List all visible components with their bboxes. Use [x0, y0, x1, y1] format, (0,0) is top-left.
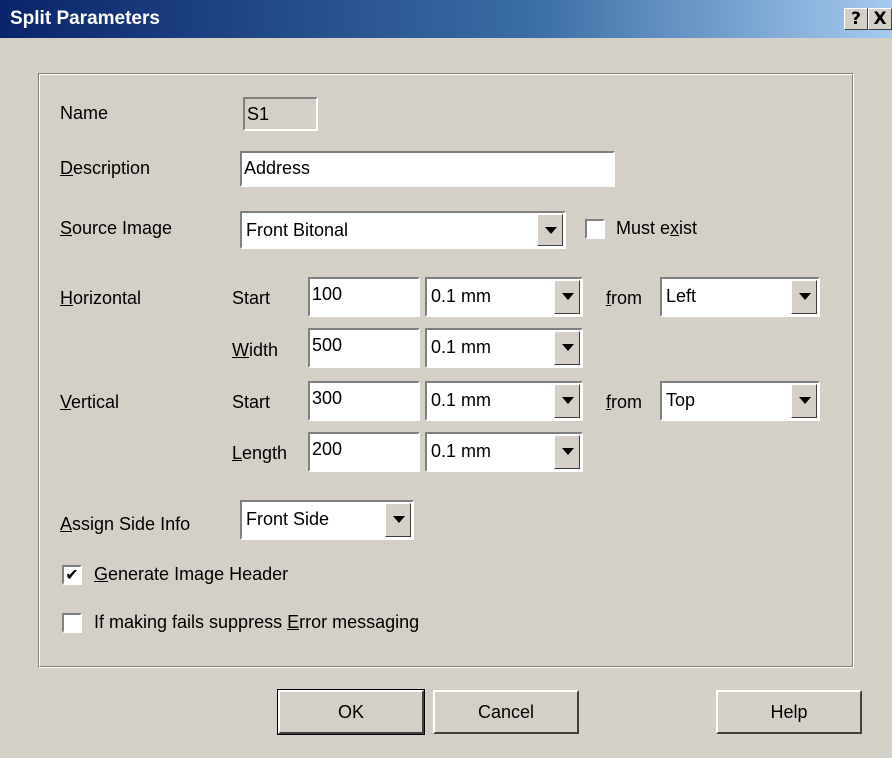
h-from-label: from [606, 288, 643, 308]
source-image-label: Source Image [60, 218, 173, 238]
chevron-down-icon[interactable] [791, 384, 817, 418]
description-input[interactable]: Address [240, 151, 615, 187]
source-image-value: Front Bitonal [246, 220, 349, 240]
generate-header-label: Generate Image Header [94, 564, 289, 584]
h-from-select[interactable]: Left [660, 277, 820, 317]
v-start-unit-value: 0.1 mm [431, 390, 492, 410]
must-exist-label: Must exist [616, 218, 698, 238]
h-start-label: Start [232, 288, 271, 308]
length-unit-select[interactable]: 0.1 mm [425, 432, 583, 472]
chevron-down-icon[interactable] [791, 280, 817, 314]
v-start-unit-select[interactable]: 0.1 mm [425, 381, 583, 421]
description-label: Description [60, 158, 151, 178]
width-input[interactable]: 500 [308, 328, 420, 368]
ok-button[interactable]: OK [277, 689, 425, 735]
chevron-down-icon[interactable] [537, 214, 563, 246]
length-unit-value: 0.1 mm [431, 441, 492, 461]
length-label: Length [232, 443, 288, 463]
help-button[interactable]: Help [716, 690, 862, 734]
h-from-value: Left [666, 286, 697, 306]
must-exist-checkbox[interactable] [585, 219, 605, 239]
assign-side-value: Front Side [246, 509, 330, 529]
v-start-input[interactable]: 300 [308, 381, 420, 421]
suppress-error-label: If making fails suppress Error messaging [94, 612, 420, 632]
h-start-input[interactable]: 100 [308, 277, 420, 317]
source-image-select[interactable]: Front Bitonal [240, 211, 566, 249]
assign-side-label: Assign Side Info [60, 514, 191, 534]
name-label: Name [60, 103, 109, 123]
title-bar: Split Parameters ? X [0, 0, 892, 38]
name-field: S1 [243, 97, 318, 131]
h-start-unit-value: 0.1 mm [431, 286, 492, 306]
chevron-down-icon[interactable] [554, 280, 580, 314]
assign-side-select[interactable]: Front Side [240, 500, 414, 540]
horizontal-label: Horizontal [60, 288, 142, 308]
length-input[interactable]: 200 [308, 432, 420, 472]
width-unit-value: 0.1 mm [431, 337, 492, 357]
width-unit-select[interactable]: 0.1 mm [425, 328, 583, 368]
generate-header-checkbox[interactable]: ✔ [62, 565, 82, 585]
close-icon[interactable]: X [868, 8, 892, 30]
v-from-value: Top [666, 390, 696, 410]
v-from-label: from [606, 392, 643, 412]
window-title: Split Parameters [10, 8, 160, 29]
chevron-down-icon[interactable] [385, 503, 411, 537]
v-start-label: Start [232, 392, 271, 412]
cancel-button[interactable]: Cancel [433, 690, 579, 734]
chevron-down-icon[interactable] [554, 435, 580, 469]
h-start-unit-select[interactable]: 0.1 mm [425, 277, 583, 317]
width-label: Width [232, 340, 279, 360]
v-from-select[interactable]: Top [660, 381, 820, 421]
chevron-down-icon[interactable] [554, 331, 580, 365]
help-question-icon[interactable]: ? [844, 8, 868, 30]
suppress-error-checkbox[interactable] [62, 613, 82, 633]
vertical-label: Vertical [60, 392, 120, 412]
chevron-down-icon[interactable] [554, 384, 580, 418]
